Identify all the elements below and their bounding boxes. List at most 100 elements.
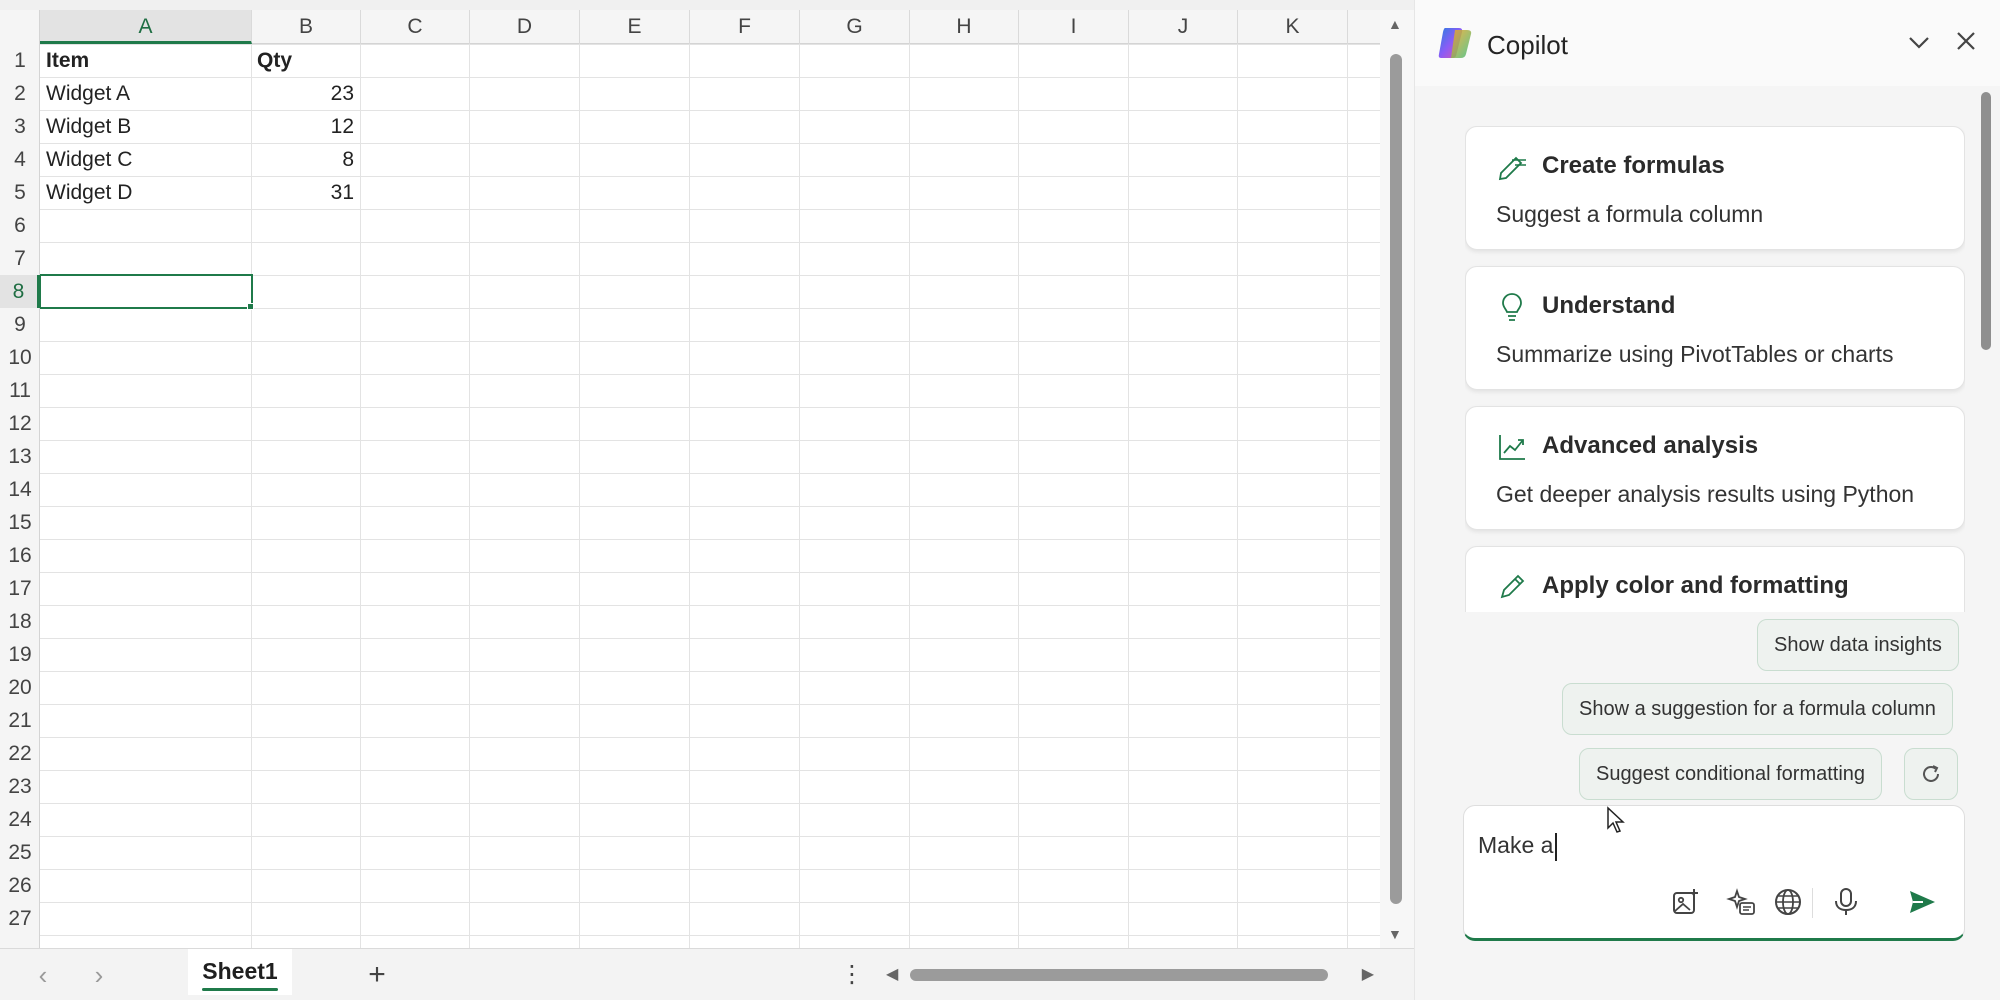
cell-a3[interactable]: Widget B [40,110,251,143]
row-header[interactable]: 18 [0,605,40,638]
more-options-icon[interactable]: ⋮ [840,949,864,1000]
row-header[interactable]: 20 [0,671,40,704]
horizontal-scroll-thumb[interactable] [910,969,1328,981]
sparkle-prompt-icon[interactable] [1726,886,1758,918]
pencil-icon [1500,574,1525,599]
composer-divider [1812,888,1813,918]
row-header[interactable]: 4 [0,143,40,176]
row-header[interactable]: 15 [0,506,40,539]
mouse-pointer-icon [1607,806,1625,833]
suggestion-conditional-formatting[interactable]: Suggest conditional formatting [1579,748,1883,800]
vertical-scroll-thumb[interactable] [1390,54,1402,904]
chevron-right-icon[interactable]: › [84,949,114,1000]
row-header[interactable]: 11 [0,374,40,407]
row-header[interactable]: 21 [0,704,40,737]
cell-b2[interactable]: 23 [251,77,360,110]
cell-b5[interactable]: 31 [251,176,360,209]
horizontal-scrollbar[interactable]: ◀ ▶ [880,961,1380,989]
chevron-left-icon[interactable]: ‹ [28,949,58,1000]
column-header-e[interactable]: E [580,10,690,44]
card-advanced-analysis[interactable]: Advanced analysis Get deeper analysis re… [1465,406,1965,530]
row-header[interactable]: 2 [0,77,40,110]
row-header[interactable]: 16 [0,539,40,572]
cell-a2[interactable]: Widget A [40,77,251,110]
row-header[interactable]: 27 [0,902,40,935]
row-header[interactable]: 13 [0,440,40,473]
column-header-h[interactable]: H [910,10,1019,44]
collapse-chevron-icon[interactable] [1905,28,1933,62]
row-header[interactable]: 22 [0,737,40,770]
selected-cell-a8[interactable] [40,274,253,309]
column-header-k[interactable]: K [1238,10,1348,44]
row-headers: 1 2 3 4 5 6 7 8 9 10 11 12 13 14 15 16 1… [0,44,40,948]
card-create-formulas[interactable]: Create formulas Suggest a formula column [1465,126,1965,250]
column-header-f[interactable]: F [690,10,800,44]
toolbar-strip [0,0,1414,10]
add-sheet-button[interactable]: + [362,949,392,1000]
image-add-icon[interactable] [1670,886,1702,918]
microphone-icon[interactable] [1830,886,1862,918]
column-header-d[interactable]: D [470,10,580,44]
lightbulb-icon [1502,293,1522,321]
copilot-scroll-thumb[interactable] [1981,92,1991,350]
chart-trend-icon [1499,435,1525,460]
scroll-up-arrow-icon[interactable]: ▲ [1388,16,1402,32]
sheet-tab-sheet1[interactable]: Sheet1 [188,949,292,995]
column-header-j[interactable]: J [1129,10,1238,44]
scroll-down-arrow-icon[interactable]: ▼ [1388,926,1402,942]
suggestion-formula-column[interactable]: Show a suggestion for a formula column [1562,683,1953,735]
card-description: Suggest a formula column [1496,201,1764,227]
cell-b3[interactable]: 12 [251,110,360,143]
row-header[interactable]: 7 [0,242,40,275]
row-header[interactable]: 24 [0,803,40,836]
fill-handle[interactable] [247,303,254,310]
formula-pen-icon [1498,156,1526,181]
copilot-header: Copilot [1415,0,2000,86]
active-tab-indicator [202,988,278,991]
text-caret [1555,832,1558,861]
scroll-right-arrow-icon[interactable]: ▶ [1362,961,1374,989]
row-header[interactable]: 1 [0,44,40,77]
copilot-composer[interactable]: Make a [1463,805,1965,941]
card-apply-color-formatting[interactable]: Apply color and formatting [1465,546,1965,612]
cell-b4[interactable]: 8 [251,143,360,176]
cell-grid[interactable]: Item Qty Widget A 23 Widget B 12 Widget … [40,44,1380,948]
close-icon[interactable] [1953,28,1979,60]
row-header[interactable]: 9 [0,308,40,341]
row-header[interactable]: 23 [0,770,40,803]
row-header[interactable]: 3 [0,110,40,143]
scroll-left-arrow-icon[interactable]: ◀ [886,961,898,989]
cell-a4[interactable]: Widget C [40,143,251,176]
column-header-c[interactable]: C [361,10,470,44]
cell-a1[interactable]: Item [40,44,251,77]
column-header-g[interactable]: G [800,10,910,44]
column-header-i[interactable]: I [1019,10,1129,44]
vertical-scrollbar[interactable]: ▲ ▼ [1380,10,1414,948]
refresh-suggestions-button[interactable] [1904,748,1958,800]
column-header-a[interactable]: A [40,10,252,44]
column-header-b[interactable]: B [252,10,361,44]
card-understand[interactable]: Understand Summarize using PivotTables o… [1465,266,1965,390]
suggestion-show-data-insights[interactable]: Show data insights [1757,619,1959,671]
refresh-icon [1923,765,1939,782]
copilot-title: Copilot [1487,30,1568,60]
globe-icon[interactable] [1772,886,1804,918]
row-header[interactable]: 25 [0,836,40,869]
cell-b1[interactable]: Qty [251,44,360,77]
row-header[interactable]: 10 [0,341,40,374]
composer-input[interactable]: Make a [1478,832,1558,861]
row-header[interactable]: 19 [0,638,40,671]
card-title: Create formulas [1542,152,1725,179]
composer-input-value: Make a [1478,832,1554,858]
row-header[interactable]: 14 [0,473,40,506]
row-header-active[interactable]: 8 [0,275,40,308]
row-header[interactable]: 12 [0,407,40,440]
row-header[interactable]: 6 [0,209,40,242]
row-header[interactable]: 26 [0,869,40,902]
row-header[interactable]: 17 [0,572,40,605]
send-icon[interactable] [1906,886,1938,918]
copilot-logo-icon [1438,28,1472,58]
select-all-corner[interactable] [0,10,40,44]
row-header[interactable]: 5 [0,176,40,209]
cell-a5[interactable]: Widget D [40,176,251,209]
